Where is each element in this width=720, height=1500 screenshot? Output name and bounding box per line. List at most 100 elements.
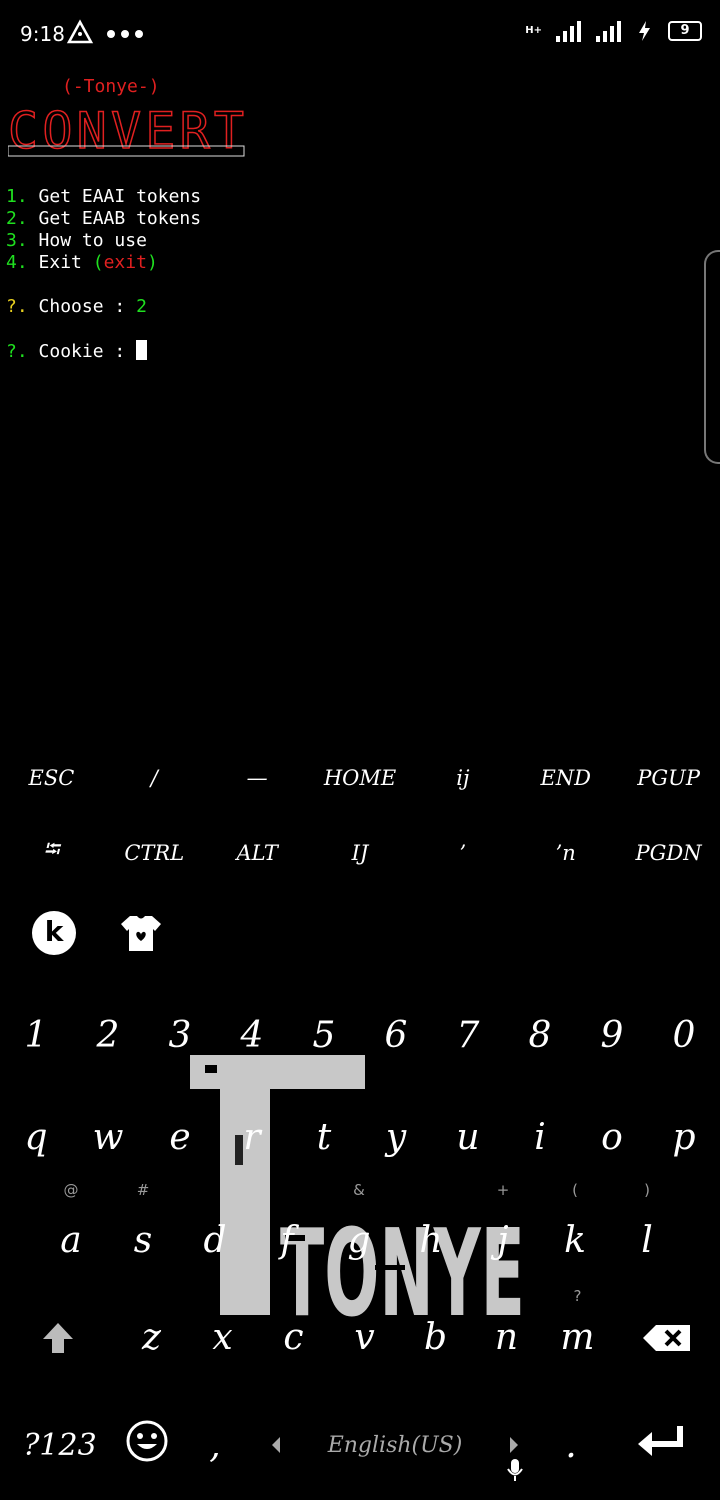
key-g[interactable]: g & (323, 1181, 395, 1285)
key-hint: @ (63, 1181, 79, 1199)
key-v[interactable]: v (329, 1295, 400, 1380)
key-label: s (133, 1219, 153, 1261)
text-cursor (136, 340, 148, 360)
key-label: v (354, 1317, 375, 1358)
key-k[interactable]: k( (539, 1181, 611, 1285)
key-w[interactable]: w (72, 1095, 144, 1180)
key-label: h (419, 1219, 443, 1261)
key-num-5[interactable]: 5 (288, 995, 360, 1075)
key-num-2[interactable]: 2 (72, 995, 144, 1075)
key-num-8[interactable]: 8 (504, 995, 576, 1075)
extra-key-2-4[interactable]: IJ (309, 815, 412, 890)
key-e[interactable]: e (144, 1095, 216, 1180)
key-num-4[interactable]: 4 (216, 995, 288, 1075)
charging-icon (639, 21, 650, 41)
key-label: n (494, 1317, 519, 1358)
key-r[interactable]: r (216, 1095, 288, 1180)
extra-key-1-1[interactable]: ESC (0, 740, 103, 815)
theme-shirt-icon[interactable] (120, 913, 162, 953)
key-b[interactable]: b (400, 1295, 471, 1380)
choose-line: ?. Choose : 2 (6, 296, 147, 317)
key-l[interactable]: l) (611, 1181, 683, 1285)
menu-item-1: 1. Get EAAI tokens (6, 186, 202, 207)
key-label: l (641, 1219, 653, 1261)
drawer-handle[interactable] (704, 250, 720, 464)
key-y[interactable]: y (360, 1095, 432, 1180)
spacebar[interactable]: English(US) (270, 1410, 520, 1480)
key-hint: & (353, 1181, 365, 1199)
soft-keyboard: k TONYE 1234567890 qwertyuiop a @ s # d f g & h j… (0, 895, 720, 1500)
key-num-9[interactable]: 9 (576, 995, 648, 1075)
extra-key-2-1[interactable]: ⭾ (0, 815, 103, 890)
key-hint: ( (572, 1181, 578, 1199)
key-label: b (423, 1317, 448, 1358)
extra-key-1-5[interactable]: ij (411, 740, 514, 815)
backspace-key[interactable] (613, 1295, 720, 1380)
menu-item-2: 2. Get EAAB tokens (6, 208, 202, 229)
triangle-app-icon (66, 19, 94, 44)
key-x[interactable]: x (187, 1295, 258, 1380)
battery-icon: 9 (668, 21, 702, 41)
menu-item-4: 4. Exit (exit) (6, 252, 158, 273)
key-h[interactable]: h (395, 1195, 467, 1285)
extra-key-1-7[interactable]: PGUP (617, 740, 720, 815)
language-label: English(US) (327, 1432, 463, 1458)
key-o[interactable]: o (576, 1095, 648, 1180)
svg-text:CONVERT: CONVERT (8, 106, 244, 158)
key-c[interactable]: c (258, 1295, 329, 1380)
period-key[interactable]: . (556, 1410, 586, 1480)
key-label: a (60, 1219, 82, 1261)
extra-key-1-4[interactable]: HOME (309, 740, 412, 815)
key-a[interactable]: a @ (35, 1181, 107, 1285)
keyboard-bottom-row: ?123 , English(US) . (0, 1400, 720, 1490)
key-label: f (280, 1219, 294, 1261)
key-m[interactable]: m? (542, 1287, 613, 1380)
key-n[interactable]: n (471, 1295, 542, 1380)
key-num-0[interactable]: 0 (648, 995, 720, 1075)
key-hint: + (496, 1181, 510, 1199)
comma-key[interactable]: , (200, 1410, 230, 1480)
key-z[interactable]: z (116, 1295, 187, 1380)
extra-key-2-3[interactable]: ALT (206, 815, 309, 890)
chevron-left-icon (272, 1437, 280, 1453)
key-t[interactable]: t (288, 1095, 360, 1180)
microphone-icon[interactable] (506, 1458, 524, 1482)
key-i[interactable]: i (504, 1095, 576, 1180)
key-num-7[interactable]: 7 (432, 995, 504, 1075)
key-label: z (142, 1317, 161, 1358)
status-time: 9:18 (20, 22, 65, 46)
key-j[interactable]: j + (467, 1181, 539, 1285)
key-num-1[interactable]: 1 (0, 995, 72, 1075)
key-hint: ) (644, 1181, 650, 1199)
extra-key-1-6[interactable]: END (514, 740, 617, 815)
key-u[interactable]: u (432, 1095, 504, 1180)
key-q[interactable]: q (0, 1095, 72, 1180)
kika-k-icon[interactable]: k (32, 911, 76, 955)
extra-key-1-3[interactable]: — (206, 740, 309, 815)
extra-key-1-2[interactable]: / (103, 740, 206, 815)
extra-key-2-7[interactable]: PGDN (617, 815, 720, 890)
enter-icon[interactable] (636, 1424, 686, 1458)
key-f[interactable]: f (251, 1195, 323, 1285)
symbols-key[interactable]: ?123 (18, 1410, 102, 1480)
cookie-line[interactable]: ?. Cookie : (6, 340, 148, 362)
key-num-3[interactable]: 3 (144, 995, 216, 1075)
menu-item-3: 3. How to use (6, 230, 147, 251)
shift-key[interactable] (0, 1295, 116, 1380)
key-label: x (212, 1317, 233, 1358)
emoji-icon[interactable] (126, 1420, 168, 1462)
brand-text: (-Tonye-) (62, 76, 160, 97)
extra-key-2-6[interactable]: ’n (514, 815, 617, 890)
key-num-6[interactable]: 6 (360, 995, 432, 1075)
key-label: k (564, 1219, 586, 1261)
key-p[interactable]: p (648, 1095, 720, 1180)
key-d[interactable]: d (179, 1195, 251, 1285)
key-label: j (497, 1219, 509, 1261)
key-s[interactable]: s # (107, 1181, 179, 1285)
convert-banner: CONVERT (8, 106, 245, 158)
backspace-icon (642, 1324, 690, 1351)
extra-key-2-5[interactable]: ’ (411, 815, 514, 890)
key-label: d (203, 1219, 227, 1261)
extra-key-2-2[interactable]: CTRL (103, 815, 206, 890)
status-bar: 9:18 H+ 9 (0, 0, 720, 70)
